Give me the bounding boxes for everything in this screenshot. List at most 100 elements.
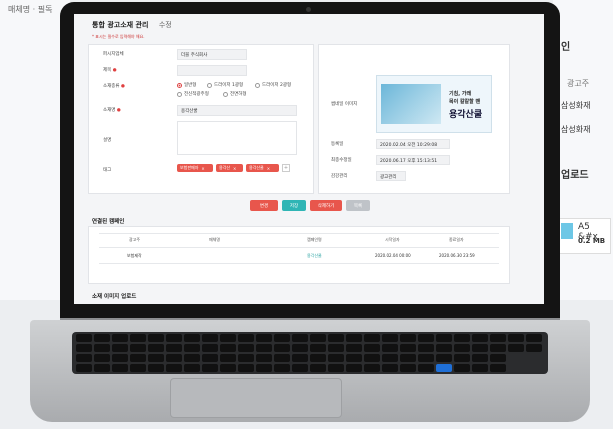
keyboard-key [112,344,128,352]
keyboard-key [454,364,470,372]
keyboard-key [256,344,272,352]
keyboard-key [274,364,290,372]
keyboard-key [382,334,398,342]
keyboard-key [256,354,272,362]
delete-button[interactable]: 삭제하기 [310,200,342,211]
keyboard-key [328,334,344,342]
type-option-5[interactable]: 전면하형 [223,91,247,97]
background-tab-label: 매체명 · 필독 [8,5,53,14]
description-textarea[interactable] [177,121,297,155]
keyboard-key [364,334,380,342]
background-right-panel: 인 광고주 삼성화재 삼성화재 업로드 A5 &#x 0.2 MB [553,0,613,300]
keyboard-key [310,354,326,362]
col-header-media: 매체명 [209,237,221,242]
keyboard-key [436,334,452,342]
keyboard-key [400,344,416,352]
reg-date-value: 2020.02.04 오전 10:29:08 [376,139,450,149]
background-file-card[interactable]: A5 &#x 0.2 MB [557,218,611,254]
desc-label: 설명 [103,138,112,143]
cell-campaign-link[interactable]: 용각산쿨 [307,253,322,259]
title-label: 제목 ● [103,68,117,73]
campaign-table: 광고주 매체명 캠페인명 시작일자 종료일자 보험제작 용각산쿨 2020.02… [88,226,510,284]
type-option-3[interactable]: 드라이저 2광형 [255,82,291,88]
keyboard-key [526,334,542,342]
keyboard-key [220,344,236,352]
tab-edit[interactable]: 수정 [159,21,172,29]
keyboard-key [454,334,470,342]
tag-chip[interactable]: 보험판매자 × [177,164,213,172]
file-icon [561,223,573,239]
keyboard-key [112,354,128,362]
keyboard-key [508,344,524,352]
list-button[interactable]: 목록 [346,200,370,211]
type-option-1[interactable]: 일반형 [177,82,196,88]
keyboard-key [292,354,308,362]
thumb-line-1: 기침, 가래 [449,91,472,97]
required-note: * 표시는 필수로 입력해야 해요. [92,34,145,39]
keyboard-key [454,354,470,362]
col-header-campaign: 캠페인명 [307,237,322,242]
title-field[interactable] [177,65,247,76]
keyboard-key [274,354,290,362]
laptop-lid: 통합 광고소재 관리 수정 * 표시는 필수로 입력해야 해요. 퍼시지업체 더… [60,2,560,320]
keyboard-key [490,364,506,372]
details-panel: 썸네일 이미지 기침, 가래 목이 칼칼할 땐 용각산쿨 등록일 2020.02… [318,44,510,194]
background-row-2: 삼성화재 [561,125,591,134]
tag-chip[interactable]: 용각산 × [216,164,243,172]
keyboard-key [148,364,164,372]
keyboard-key [418,334,434,342]
laptop-base [30,320,590,422]
upload-section-title: 소재 이미지 업로드 [92,294,137,300]
type-option-4[interactable]: 전신적광주형 [177,91,209,97]
table-header-rule [99,247,499,248]
linked-campaign-title: 연결된 캠페인 [92,219,125,225]
keyboard-key [130,364,146,372]
ad-thumbnail[interactable]: 기침, 가래 목이 칼칼할 땐 용각산쿨 [376,75,492,133]
change-button[interactable]: 변경 [250,200,278,211]
keyboard-key [310,344,326,352]
background-row-1: 삼성화재 [561,101,591,110]
tag-chip[interactable]: 용각산쿨 × [246,164,279,172]
advertiser-field[interactable]: 더블 주식회사 [177,49,247,60]
keyboard-key [346,344,362,352]
keyboard-key [490,344,506,352]
col-header-end: 종료일자 [449,237,464,242]
key-row [76,344,542,352]
keyboard-key [472,364,488,372]
name-field[interactable]: 용각산쿨 [177,105,297,116]
keyboard-key [310,364,326,372]
keyboard-key [166,334,182,342]
keyboard-key [148,344,164,352]
type-option-2[interactable]: 드라이저 1광형 [207,82,243,88]
keyboard-key [238,354,254,362]
keyboard-key [94,364,110,372]
keyboard-key [202,364,218,372]
keyboard-key [220,354,236,362]
keyboard-key [346,354,362,362]
cell-end: 2020.06.30 23:59 [439,253,475,258]
keyboard-key [382,344,398,352]
product-image [381,84,441,124]
keyboard-key [166,364,182,372]
keyboard-key [292,334,308,342]
keyboard-key [94,354,110,362]
keyboard-key [112,334,128,342]
keyboard-key [364,354,380,362]
keyboard-key [112,364,128,372]
add-tag-button[interactable]: + [282,164,290,172]
image-label: 썸네일 이미지 [331,102,358,107]
keyboard-key [76,354,92,362]
keyboard-key [454,344,470,352]
keyboard-key [436,354,452,362]
keyboard-key [220,364,236,372]
keyboard-key [400,334,416,342]
thumb-line-2: 목이 칼칼할 땐 [449,99,481,105]
keyboard-key [418,364,434,372]
keyboard-key [364,344,380,352]
keyboard-key [292,344,308,352]
key-row [76,364,506,372]
file-size: 0.2 MB [578,237,606,245]
page-title: 통합 광고소재 관리 [92,21,149,29]
keyboard-key [256,364,272,372]
save-button[interactable]: 저장 [282,200,306,211]
